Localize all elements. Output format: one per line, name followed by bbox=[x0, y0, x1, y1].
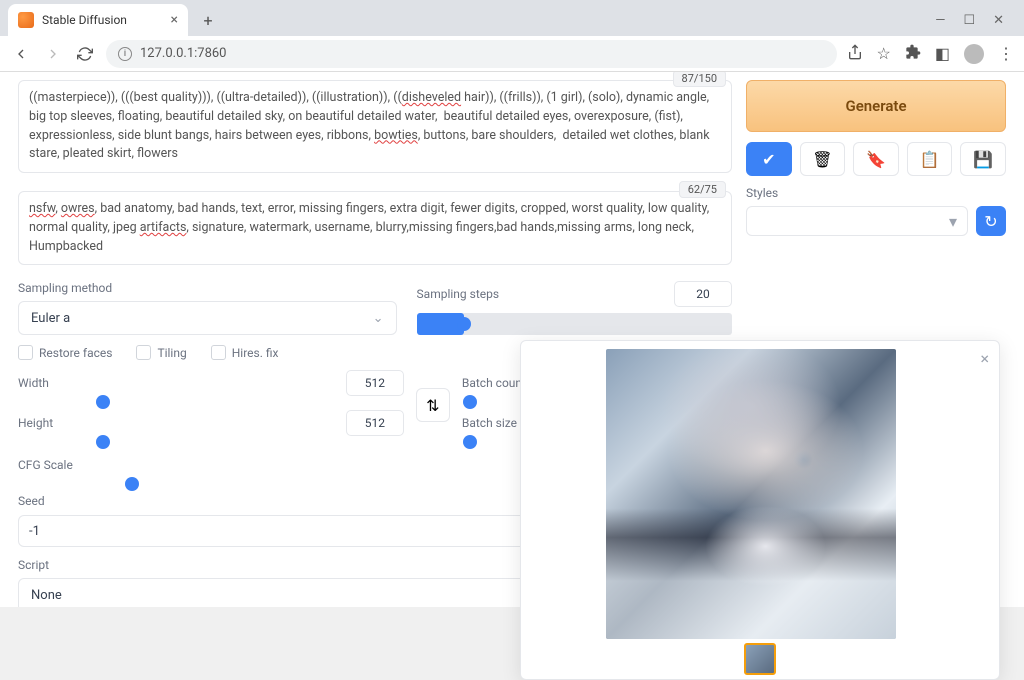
favicon bbox=[18, 12, 34, 28]
refresh-icon: ↻ bbox=[984, 212, 997, 231]
swap-icon: ⇅ bbox=[426, 396, 439, 415]
reload-button[interactable] bbox=[74, 43, 96, 65]
url-bar[interactable]: i 127.0.0.1:7860 bbox=[106, 40, 837, 68]
seed-input[interactable] bbox=[18, 515, 592, 547]
batch-size-label: Batch size bbox=[462, 416, 517, 430]
styles-select[interactable]: ▾ bbox=[746, 206, 968, 236]
batch-count-label: Batch count bbox=[462, 376, 526, 390]
star-icon[interactable]: ☆ bbox=[877, 44, 891, 63]
share-icon[interactable] bbox=[847, 44, 863, 64]
tab-title: Stable Diffusion bbox=[42, 13, 127, 27]
close-window-icon[interactable]: ✕ bbox=[993, 13, 1004, 28]
action-save-button[interactable]: 💾 bbox=[960, 142, 1006, 176]
generate-button[interactable]: Generate bbox=[746, 80, 1006, 132]
width-value[interactable]: 512 bbox=[346, 370, 404, 396]
negative-prompt-input[interactable]: nsfw, owres, bad anatomy, bad hands, tex… bbox=[18, 191, 732, 265]
sampling-method-value: Euler a bbox=[31, 311, 70, 326]
new-tab-button[interactable]: + bbox=[194, 6, 222, 34]
url-text: 127.0.0.1:7860 bbox=[140, 46, 227, 61]
trash-icon: 🗑 bbox=[812, 150, 832, 169]
extensions-icon[interactable] bbox=[905, 44, 921, 64]
prompt-token-count: 87/150 bbox=[673, 72, 726, 87]
negative-wrap: 62/75 nsfw, owres, bad anatomy, bad hand… bbox=[18, 191, 732, 265]
tab-bar: Stable Diffusion × + — ☐ ✕ bbox=[0, 0, 1024, 36]
restore-faces-checkbox[interactable] bbox=[18, 345, 33, 360]
output-panel: × bbox=[520, 340, 1000, 680]
styles-label: Styles bbox=[746, 186, 1006, 200]
close-output-icon[interactable]: × bbox=[980, 349, 989, 368]
generated-image[interactable] bbox=[606, 349, 896, 639]
height-label: Height bbox=[18, 416, 53, 430]
panel-icon[interactable]: ◧ bbox=[935, 44, 950, 63]
tiling-checkbox[interactable] bbox=[136, 345, 151, 360]
width-label: Width bbox=[18, 376, 49, 390]
clipboard-icon: 📋 bbox=[920, 150, 940, 169]
minimize-icon[interactable]: — bbox=[935, 13, 945, 28]
sampling-steps-label: Sampling steps bbox=[417, 287, 500, 301]
browser-tab[interactable]: Stable Diffusion × bbox=[8, 4, 188, 36]
check-icon: ✔ bbox=[762, 150, 775, 169]
action-bookmark-button[interactable]: 🔖 bbox=[853, 142, 899, 176]
sampling-steps-slider[interactable] bbox=[417, 313, 732, 335]
hires-fix-checkbox[interactable] bbox=[211, 345, 226, 360]
profile-icon[interactable] bbox=[964, 44, 984, 64]
site-info-icon[interactable]: i bbox=[118, 47, 132, 61]
restore-faces-label: Restore faces bbox=[39, 346, 112, 360]
action-check-button[interactable]: ✔ bbox=[746, 142, 792, 176]
sampling-steps-value[interactable]: 20 bbox=[674, 281, 732, 307]
chevron-down-icon: ▾ bbox=[949, 212, 957, 231]
back-button[interactable] bbox=[10, 43, 32, 65]
negative-token-count: 62/75 bbox=[679, 181, 726, 198]
action-clipboard-button[interactable]: 📋 bbox=[907, 142, 953, 176]
output-thumbnail[interactable] bbox=[744, 643, 776, 675]
swap-dimensions-button[interactable]: ⇅ bbox=[416, 388, 450, 422]
sampling-method-label: Sampling method bbox=[18, 281, 397, 295]
tiling-label: Tiling bbox=[157, 346, 186, 360]
chevron-down-icon: ⌄ bbox=[373, 311, 384, 326]
bookmark-icon: 🔖 bbox=[866, 150, 886, 169]
prompt-wrap: 87/150 ((masterpiece)), (((best quality)… bbox=[18, 80, 732, 173]
generate-label: Generate bbox=[845, 97, 906, 115]
refresh-styles-button[interactable]: ↻ bbox=[976, 206, 1006, 236]
browser-chrome: Stable Diffusion × + — ☐ ✕ i 127.0.0.1:7… bbox=[0, 0, 1024, 72]
height-value[interactable]: 512 bbox=[346, 410, 404, 436]
script-value: None bbox=[31, 588, 62, 603]
cfg-label: CFG Scale bbox=[18, 458, 73, 472]
window-controls: — ☐ ✕ bbox=[935, 13, 1016, 28]
close-tab-icon[interactable]: × bbox=[171, 12, 178, 28]
action-trash-button[interactable]: 🗑 bbox=[800, 142, 846, 176]
prompt-input[interactable]: ((masterpiece)), (((best quality))), ((u… bbox=[18, 80, 732, 173]
nav-bar: i 127.0.0.1:7860 ☆ ◧ ⋮ bbox=[0, 36, 1024, 72]
hires-fix-label: Hires. fix bbox=[232, 346, 279, 360]
sampling-method-select[interactable]: Euler a ⌄ bbox=[18, 301, 397, 335]
menu-icon[interactable]: ⋮ bbox=[998, 44, 1014, 63]
maximize-icon[interactable]: ☐ bbox=[963, 13, 975, 28]
save-icon: 💾 bbox=[973, 150, 993, 169]
forward-button[interactable] bbox=[42, 43, 64, 65]
